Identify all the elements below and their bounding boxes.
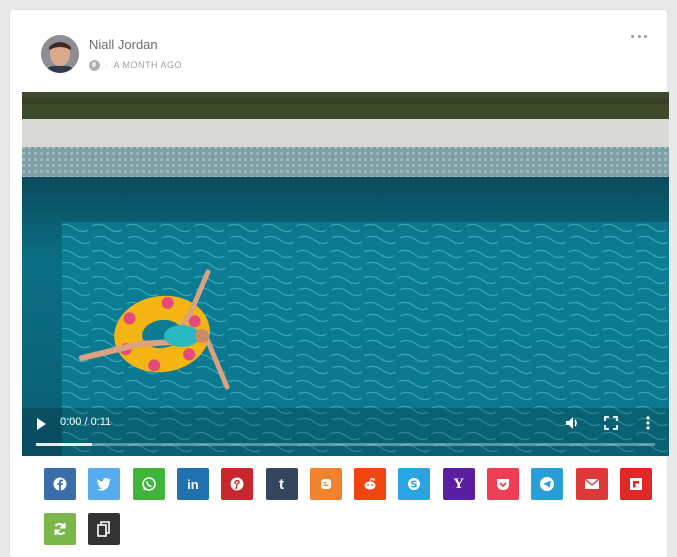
copy-icon (97, 521, 111, 537)
video-controls: 0:00 / 0:11 (22, 408, 669, 456)
meta-separator: · (105, 60, 109, 70)
share-telegram-button[interactable] (531, 468, 564, 500)
share-linkedin-button[interactable]: in (176, 468, 209, 500)
time-display: 0:00 / 0:11 (60, 416, 112, 428)
volume-icon[interactable] (564, 415, 580, 431)
play-icon[interactable] (34, 417, 48, 431)
share-tumblr-button[interactable]: t (265, 468, 298, 500)
linkedin-icon: in (187, 476, 199, 492)
pocket-icon (495, 476, 511, 492)
share-pinterest-button[interactable] (221, 468, 254, 500)
whatsapp-icon (141, 476, 157, 492)
more-dots-icon[interactable] (631, 32, 647, 40)
share-facebook-button[interactable] (44, 468, 76, 500)
facebook-icon (53, 477, 67, 491)
share-yahoo-button[interactable]: Y (442, 468, 475, 500)
post-card: Niall Jordan · A MONTH AGO 0:00 / 0:11 i… (10, 10, 669, 557)
share-blogger-button[interactable] (309, 468, 342, 500)
twitter-icon (96, 477, 112, 491)
reddit-icon (362, 476, 378, 492)
post-time: A MONTH AGO (113, 60, 183, 70)
telegram-icon (539, 476, 555, 492)
author-name[interactable]: Niall Jordan (89, 37, 158, 52)
progress-bar[interactable] (36, 443, 655, 446)
share-skype-button[interactable]: S (398, 468, 431, 500)
video-player[interactable]: 0:00 / 0:11 (22, 92, 669, 456)
svg-text:S: S (411, 480, 418, 491)
share-reddit-button[interactable] (354, 468, 387, 500)
post-meta: · A MONTH AGO (89, 59, 182, 71)
more-vertical-icon[interactable] (640, 415, 656, 431)
globe-icon (89, 59, 100, 71)
share-flipboard-button[interactable] (619, 468, 652, 500)
blogger-icon (319, 477, 333, 491)
progress-fill (36, 443, 92, 446)
share-copy-button[interactable] (88, 513, 121, 545)
pinterest-icon (230, 477, 244, 491)
skype-icon: S (406, 476, 422, 492)
share-twitter-button[interactable] (88, 468, 121, 500)
share-email-button[interactable] (575, 468, 608, 500)
share-pocket-button[interactable] (487, 468, 519, 500)
email-icon (584, 478, 600, 490)
video-frame (22, 92, 669, 456)
yahoo-icon: Y (453, 475, 465, 492)
tumblr-icon: t (279, 475, 284, 493)
avatar[interactable] (41, 35, 79, 73)
share-whatsapp-button[interactable] (132, 468, 165, 500)
fullscreen-icon[interactable] (603, 415, 619, 431)
share-refresh-button[interactable] (44, 513, 76, 545)
post-header: Niall Jordan · A MONTH AGO (10, 10, 667, 92)
refresh-icon (52, 521, 68, 537)
flipboard-icon (629, 477, 643, 491)
